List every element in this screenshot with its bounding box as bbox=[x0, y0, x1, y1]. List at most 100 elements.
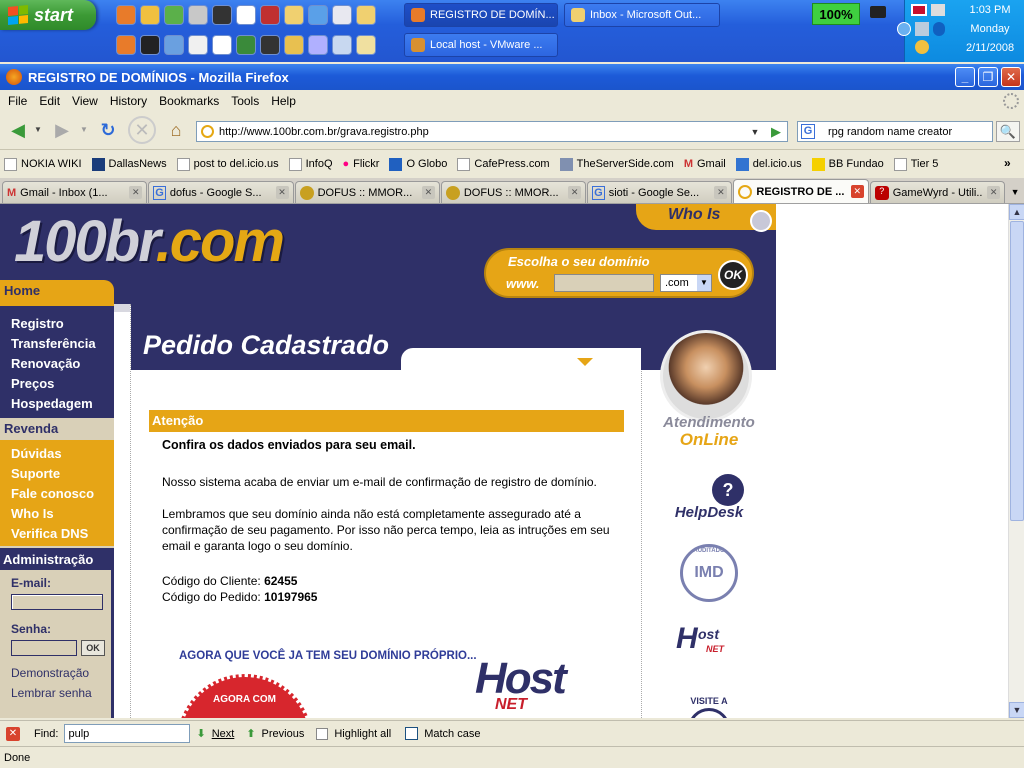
mail-icon[interactable] bbox=[332, 35, 352, 55]
forward-dropdown-icon[interactable]: ▼ bbox=[80, 125, 88, 134]
url-dropdown-icon[interactable]: ▼ bbox=[746, 122, 764, 141]
bluetooth-icon[interactable] bbox=[933, 22, 945, 36]
tld-select[interactable]: .com ▼ bbox=[660, 274, 712, 292]
sidebar-item-hospedagem[interactable]: Hospedagem bbox=[0, 394, 114, 414]
tab-gmail[interactable]: M Gmail - Inbox (1... ✕ bbox=[2, 181, 148, 203]
visite-globe-icon[interactable] bbox=[688, 708, 730, 718]
highlight-all-button[interactable]: Highlight all bbox=[334, 728, 391, 740]
chat-icon[interactable] bbox=[308, 5, 328, 25]
domain-ok-button[interactable]: OK bbox=[718, 260, 748, 290]
app-icon[interactable] bbox=[212, 5, 232, 25]
bookmark-item[interactable]: O Globo bbox=[389, 157, 447, 171]
task-firefox[interactable]: REGISTRO DE DOMÍN... bbox=[404, 3, 558, 27]
paint-icon[interactable] bbox=[188, 5, 208, 25]
sidebar-item-suporte[interactable]: Suporte bbox=[0, 464, 114, 484]
find-input[interactable] bbox=[64, 724, 191, 743]
folder-icon[interactable] bbox=[356, 5, 376, 25]
disk-icon[interactable] bbox=[332, 5, 352, 25]
window-icon[interactable] bbox=[308, 35, 328, 55]
tab-gamewyrd[interactable]: ? GameWyrd - Utili... ✕ bbox=[869, 181, 1006, 203]
helpdesk-question-icon[interactable]: ? bbox=[712, 474, 744, 506]
site-logo[interactable]: 100br.com bbox=[14, 208, 285, 275]
network-icon[interactable] bbox=[931, 4, 945, 16]
sidebar-item-fale-conosco[interactable]: Fale conosco bbox=[0, 484, 114, 504]
visite-label[interactable]: VISITE A bbox=[680, 696, 738, 706]
game-icon[interactable] bbox=[260, 35, 280, 55]
domain-input[interactable] bbox=[554, 274, 654, 292]
hostnet-side-logo[interactable]: H bbox=[676, 622, 698, 656]
window-titlebar[interactable]: REGISTRO DE DOMÍNIOS - Mozilla Firefox bbox=[0, 64, 1024, 90]
find-next-button[interactable]: Next bbox=[212, 728, 235, 740]
bookmark-item[interactable]: BB Fundao bbox=[811, 157, 884, 171]
bookmark-item[interactable]: ● Flickr bbox=[343, 158, 380, 170]
scroll-down-icon[interactable]: ▼ bbox=[1009, 702, 1024, 718]
scroll-thumb[interactable] bbox=[1010, 221, 1024, 521]
bookmark-item[interactable]: del.icio.us bbox=[735, 157, 802, 171]
menu-edit[interactable]: Edit bbox=[35, 94, 68, 108]
scroll-up-icon[interactable]: ▲ bbox=[1009, 204, 1024, 220]
url-input[interactable]: http://www.100br.com.br/grava.registro.p… bbox=[196, 121, 788, 142]
menu-file[interactable]: File bbox=[4, 94, 35, 108]
sidebar-item-precos[interactable]: Preços bbox=[0, 374, 114, 394]
forward-arrow-icon[interactable]: ▶ bbox=[48, 116, 76, 144]
bookmark-item[interactable]: Tier 5 bbox=[893, 157, 938, 171]
tab-close-icon[interactable]: ✕ bbox=[275, 186, 289, 199]
tab-close-icon[interactable]: ✕ bbox=[129, 186, 143, 199]
sidebar-item-transferencia[interactable]: Transferência bbox=[0, 334, 114, 354]
go-arrow-icon[interactable]: ▶ bbox=[766, 122, 786, 141]
help-icon[interactable] bbox=[164, 5, 184, 25]
online-label[interactable]: OnLine bbox=[652, 430, 766, 450]
login-ok-button[interactable]: OK bbox=[81, 640, 105, 656]
minimize-button[interactable]: _ bbox=[955, 67, 975, 87]
tab-close-icon[interactable]: ✕ bbox=[421, 186, 435, 199]
sidebar-item-duvidas[interactable]: Dúvidas bbox=[0, 444, 114, 464]
sidebar-item-renovacao[interactable]: Renovação bbox=[0, 354, 114, 374]
bookmark-item[interactable]: InfoQ bbox=[288, 157, 333, 171]
document-icon[interactable] bbox=[212, 35, 232, 55]
tab-google-sioti[interactable]: Gsioti - Google Se... ✕ bbox=[587, 181, 733, 203]
start-button[interactable]: start bbox=[0, 0, 96, 30]
close-find-icon[interactable]: ✕ bbox=[6, 726, 20, 741]
sidebar-revenda[interactable]: Revenda bbox=[0, 418, 114, 440]
power-plug-icon[interactable] bbox=[870, 6, 886, 18]
network-icon[interactable] bbox=[164, 35, 184, 55]
alarm-icon[interactable] bbox=[236, 5, 256, 25]
bookmark-item[interactable]: DallasNews bbox=[91, 157, 167, 171]
tab-google-dofus[interactable]: Gdofus - Google S... ✕ bbox=[148, 181, 294, 203]
restore-button[interactable]: ❐ bbox=[978, 67, 998, 87]
email-field[interactable] bbox=[11, 594, 103, 610]
tab-close-icon[interactable]: ✕ bbox=[850, 185, 864, 198]
search-input[interactable]: G rpg random name creator bbox=[797, 121, 993, 142]
sidebar-item-verifica-dns[interactable]: Verifica DNS bbox=[0, 524, 114, 544]
match-case-checkbox[interactable] bbox=[405, 727, 419, 740]
tab-close-icon[interactable]: ✕ bbox=[568, 186, 582, 199]
media-icon[interactable] bbox=[260, 5, 280, 25]
whois-link[interactable]: Who Is bbox=[668, 206, 720, 224]
search-magnifier-icon[interactable]: 🔍 bbox=[996, 121, 1020, 142]
sidebar-item-registro[interactable]: Registro bbox=[0, 314, 114, 334]
task-outlook[interactable]: Inbox - Microsoft Out... bbox=[564, 3, 720, 27]
bookmark-item[interactable]: TheServerSide.com bbox=[559, 157, 674, 171]
menu-history[interactable]: History bbox=[106, 94, 155, 108]
sidebar-item-whois[interactable]: Who Is bbox=[0, 504, 114, 524]
demo-link[interactable]: Demonstração bbox=[11, 666, 89, 680]
notes-icon[interactable] bbox=[356, 35, 376, 55]
arrow-down-icon[interactable]: ⬇ bbox=[196, 727, 205, 740]
close-button[interactable]: ✕ bbox=[1001, 67, 1021, 87]
menu-view[interactable]: View bbox=[68, 94, 106, 108]
chevron-left-icon[interactable] bbox=[897, 22, 911, 36]
messenger-icon[interactable] bbox=[140, 5, 160, 25]
clock-time[interactable]: 1:03 PM bbox=[957, 4, 1023, 16]
arrow-up-icon[interactable]: ⬆ bbox=[246, 727, 255, 740]
bookmark-item[interactable]: M Gmail bbox=[684, 158, 726, 170]
tab-close-icon[interactable]: ✕ bbox=[987, 186, 1001, 199]
google-icon[interactable]: G bbox=[801, 124, 815, 139]
notepad-icon[interactable] bbox=[188, 35, 208, 55]
helpdesk-link[interactable]: HelpDesk bbox=[662, 504, 756, 521]
clock-icon[interactable] bbox=[284, 5, 304, 25]
tab-list-icon[interactable]: ▼ bbox=[1006, 181, 1024, 203]
support-agent-avatar[interactable] bbox=[660, 330, 752, 422]
remember-password-link[interactable]: Lembrar senha bbox=[11, 686, 92, 700]
match-case-label[interactable]: Match case bbox=[424, 728, 480, 740]
battery-meter[interactable]: 100% bbox=[812, 3, 860, 25]
